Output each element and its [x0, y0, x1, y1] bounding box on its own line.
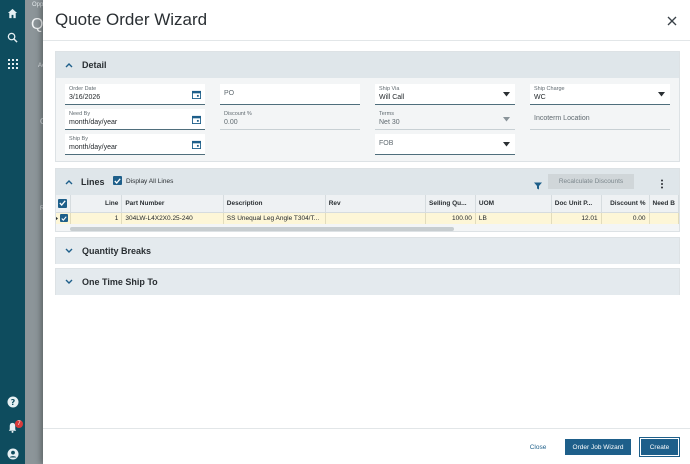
display-all-lines-label: Display All Lines — [126, 178, 174, 185]
cell-doc-unit-price: 12.01 — [551, 212, 602, 224]
ship-via-select[interactable]: Ship Via Will Call — [375, 84, 515, 105]
recalculate-discounts-button[interactable]: Recalculate Discounts — [548, 174, 634, 189]
dropdown-arrow-icon[interactable] — [501, 89, 512, 100]
need-by-label: Need By — [69, 111, 91, 117]
cell-discount: 0.00 — [601, 212, 650, 224]
dialog-title: Quote Order Wizard — [55, 10, 208, 29]
order-job-wizard-button[interactable]: Order Job Wizard — [565, 439, 631, 455]
col-selling-qty[interactable]: Selling Qu... — [425, 195, 476, 213]
cell-uom: LB — [475, 212, 552, 224]
col-uom[interactable]: UOM — [475, 195, 552, 213]
cell-part-number: 304LW-L4X2X0.25-240 — [121, 212, 224, 224]
col-line[interactable]: Line — [70, 195, 123, 213]
po-field[interactable]: PO — [220, 84, 360, 105]
filter-icon[interactable] — [534, 177, 542, 195]
calendar-icon[interactable] — [191, 139, 202, 150]
select-all-checkbox[interactable] — [56, 195, 71, 213]
discount-label: Discount % — [224, 111, 252, 117]
col-description[interactable]: Description — [223, 195, 326, 213]
terms-label: Terms — [379, 111, 394, 117]
notification-badge: 7 — [15, 420, 23, 428]
lines-grid: Line Part Number Description Rev Selling… — [56, 195, 679, 224]
po-placeholder: PO — [224, 90, 235, 97]
cell-selling-qty: 100.00 — [425, 212, 476, 224]
ship-charge-label: Ship Charge — [534, 86, 565, 92]
quantity-breaks-title: Quantity Breaks — [82, 246, 152, 256]
grid-header-row: Line Part Number Description Rev Selling… — [56, 195, 679, 213]
calendar-icon[interactable] — [191, 89, 202, 100]
quantity-breaks-panel[interactable]: Quantity Breaks — [55, 237, 680, 264]
one-time-ship-to-header[interactable]: One Time Ship To — [56, 269, 679, 295]
chevron-down-icon — [64, 277, 74, 287]
help-icon[interactable]: ? — [5, 394, 20, 409]
order-date-label: Order Date — [69, 86, 97, 92]
cell-need-by — [649, 212, 679, 224]
dropdown-arrow-icon[interactable] — [656, 89, 667, 100]
ship-charge-value: WC — [534, 94, 546, 101]
need-by-field[interactable]: Need By month/day/year — [65, 109, 205, 130]
lines-title: Lines — [81, 177, 105, 187]
terms-select: Terms Net 30 — [375, 109, 515, 130]
order-date-value: 3/16/2026 — [69, 94, 101, 101]
need-by-value: month/day/year — [69, 119, 118, 126]
lines-header: Lines Display All Lines Recalculate Disc… — [56, 169, 679, 195]
discount-field: Discount % 0.00 — [220, 109, 360, 130]
user-account-icon[interactable] — [5, 446, 20, 461]
cell-line: 1 — [70, 212, 123, 224]
close-button[interactable]: Close — [523, 439, 553, 455]
incoterm-placeholder: Incoterm Location — [534, 115, 590, 122]
svg-text:?: ? — [10, 398, 15, 407]
ship-charge-select[interactable]: Ship Charge WC — [530, 84, 670, 105]
ship-by-value: month/day/year — [69, 144, 118, 151]
lines-panel: Lines Display All Lines Recalculate Disc… — [55, 168, 680, 232]
col-part-number[interactable]: Part Number — [121, 195, 224, 213]
col-discount[interactable]: Discount % — [601, 195, 650, 213]
ship-by-label: Ship By — [69, 136, 88, 142]
calendar-icon[interactable] — [191, 114, 202, 125]
dropdown-arrow-icon — [501, 114, 512, 125]
discount-value: 0.00 — [224, 119, 238, 126]
ship-via-value: Will Call — [379, 94, 405, 101]
page-title: Q — [31, 16, 44, 33]
display-all-lines-checkbox[interactable] — [113, 176, 122, 185]
app-rail: ? 7 — [0, 0, 25, 464]
cell-rev — [325, 212, 427, 224]
chevron-up-icon — [64, 60, 74, 70]
quantity-breaks-header[interactable]: Quantity Breaks — [56, 238, 679, 264]
order-date-field[interactable]: Order Date 3/16/2026 — [65, 84, 205, 105]
cell-description: SS Unequal Leg Angle T304/T... — [223, 212, 326, 224]
create-button[interactable]: Create — [639, 437, 680, 457]
header-divider — [43, 40, 690, 41]
chevron-up-icon[interactable] — [64, 177, 74, 187]
col-rev[interactable]: Rev — [325, 195, 427, 213]
col-doc-unit-price[interactable]: Doc Unit P... — [551, 195, 602, 213]
ship-by-field[interactable]: Ship By month/day/year — [65, 134, 205, 155]
dropdown-arrow-icon[interactable] — [501, 139, 512, 150]
table-row[interactable]: 1 304LW-L4X2X0.25-240 SS Unequal Leg Ang… — [56, 212, 679, 224]
chevron-down-icon — [64, 246, 74, 256]
incoterm-location-field: Incoterm Location — [530, 109, 670, 130]
one-time-ship-to-panel[interactable]: One Time Ship To — [55, 268, 680, 295]
search-icon[interactable] — [5, 30, 20, 45]
ship-via-label: Ship Via — [379, 86, 400, 92]
apps-grid-icon[interactable] — [5, 56, 20, 71]
terms-value: Net 30 — [379, 119, 400, 126]
footer-divider — [43, 428, 690, 429]
one-time-ship-to-title: One Time Ship To — [82, 277, 158, 287]
detail-header[interactable]: Detail — [56, 52, 679, 78]
col-need-by[interactable]: Need B — [649, 195, 679, 213]
detail-title: Detail — [82, 60, 107, 70]
fob-select[interactable]: FOB — [375, 134, 515, 155]
home-icon[interactable] — [5, 6, 20, 21]
fob-placeholder: FOB — [379, 140, 394, 147]
detail-panel: Detail Order Date 3/16/2026 Need By mont… — [55, 51, 680, 162]
more-options-icon[interactable] — [660, 176, 664, 194]
row-select-checkbox[interactable] — [56, 212, 71, 224]
horizontal-scrollbar[interactable] — [70, 227, 454, 231]
close-icon[interactable] — [666, 14, 680, 28]
quote-order-wizard-dialog: Quote Order Wizard Detail Order Date 3/1… — [43, 0, 690, 464]
